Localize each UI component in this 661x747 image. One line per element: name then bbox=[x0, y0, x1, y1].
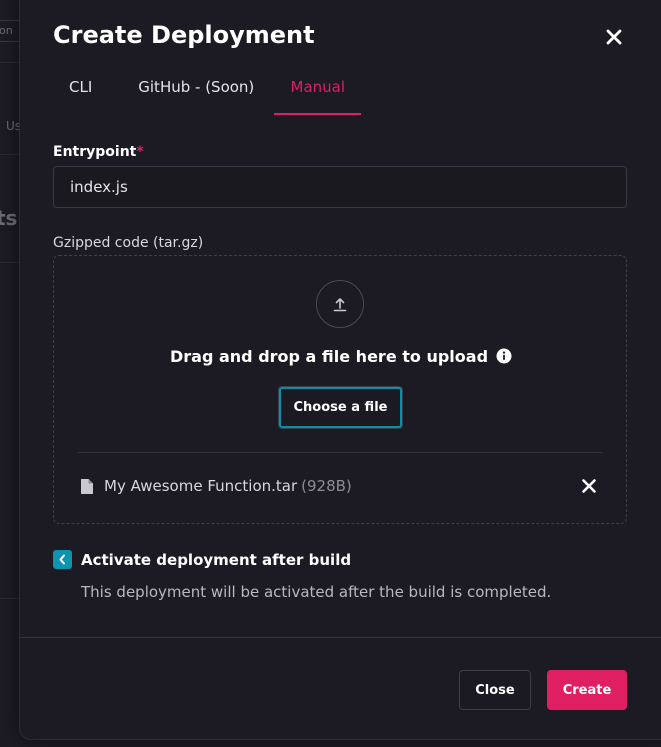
deployment-tabs: CLI GitHub - (Soon) Manual bbox=[53, 67, 362, 115]
selected-file-row: My Awesome Function.tar (928B) bbox=[80, 474, 605, 498]
activate-label[interactable]: Activate deployment after build bbox=[81, 551, 351, 569]
entrypoint-input[interactable] bbox=[53, 166, 627, 208]
dropzone-title-text: Drag and drop a file here to upload bbox=[169, 347, 489, 366]
dropzone-divider bbox=[78, 452, 603, 453]
close-icon bbox=[606, 29, 622, 45]
file-size: (928B) bbox=[301, 477, 352, 495]
upload-icon-circle bbox=[316, 280, 364, 328]
required-mark: * bbox=[136, 144, 144, 160]
code-label: Gzipped code (tar.gz) bbox=[53, 235, 204, 251]
entrypoint-label-text: Entrypoint bbox=[53, 144, 137, 160]
activate-checkbox[interactable] bbox=[53, 550, 72, 569]
modal-title: Create Deployment bbox=[53, 21, 315, 49]
footer-divider bbox=[20, 637, 661, 638]
dropzone-title: Drag and drop a file here to upload bbox=[54, 347, 628, 368]
close-modal-button[interactable] bbox=[602, 25, 626, 49]
upload-icon bbox=[333, 298, 347, 312]
info-icon[interactable] bbox=[496, 348, 512, 368]
file-name: My Awesome Function.tar bbox=[104, 477, 298, 495]
file-icon bbox=[81, 478, 93, 494]
choose-file-button[interactable]: Choose a file bbox=[278, 386, 403, 429]
check-icon bbox=[59, 554, 65, 565]
remove-file-button[interactable] bbox=[579, 476, 599, 496]
close-button[interactable]: Close bbox=[459, 670, 531, 710]
activate-description: This deployment will be activated after … bbox=[81, 583, 552, 601]
tab-cli[interactable]: CLI bbox=[53, 67, 108, 115]
entrypoint-label: Entrypoint* bbox=[53, 144, 144, 160]
remove-file-icon bbox=[582, 479, 596, 493]
file-dropzone[interactable]: Drag and drop a file here to upload Choo… bbox=[53, 255, 627, 524]
create-deployment-modal: Create Deployment CLI GitHub - (Soon) Ma… bbox=[19, 0, 661, 740]
create-button[interactable]: Create bbox=[547, 670, 627, 710]
tab-manual[interactable]: Manual bbox=[274, 67, 362, 115]
tab-github[interactable]: GitHub - (Soon) bbox=[122, 67, 274, 115]
background-heading: ts bbox=[0, 206, 18, 230]
